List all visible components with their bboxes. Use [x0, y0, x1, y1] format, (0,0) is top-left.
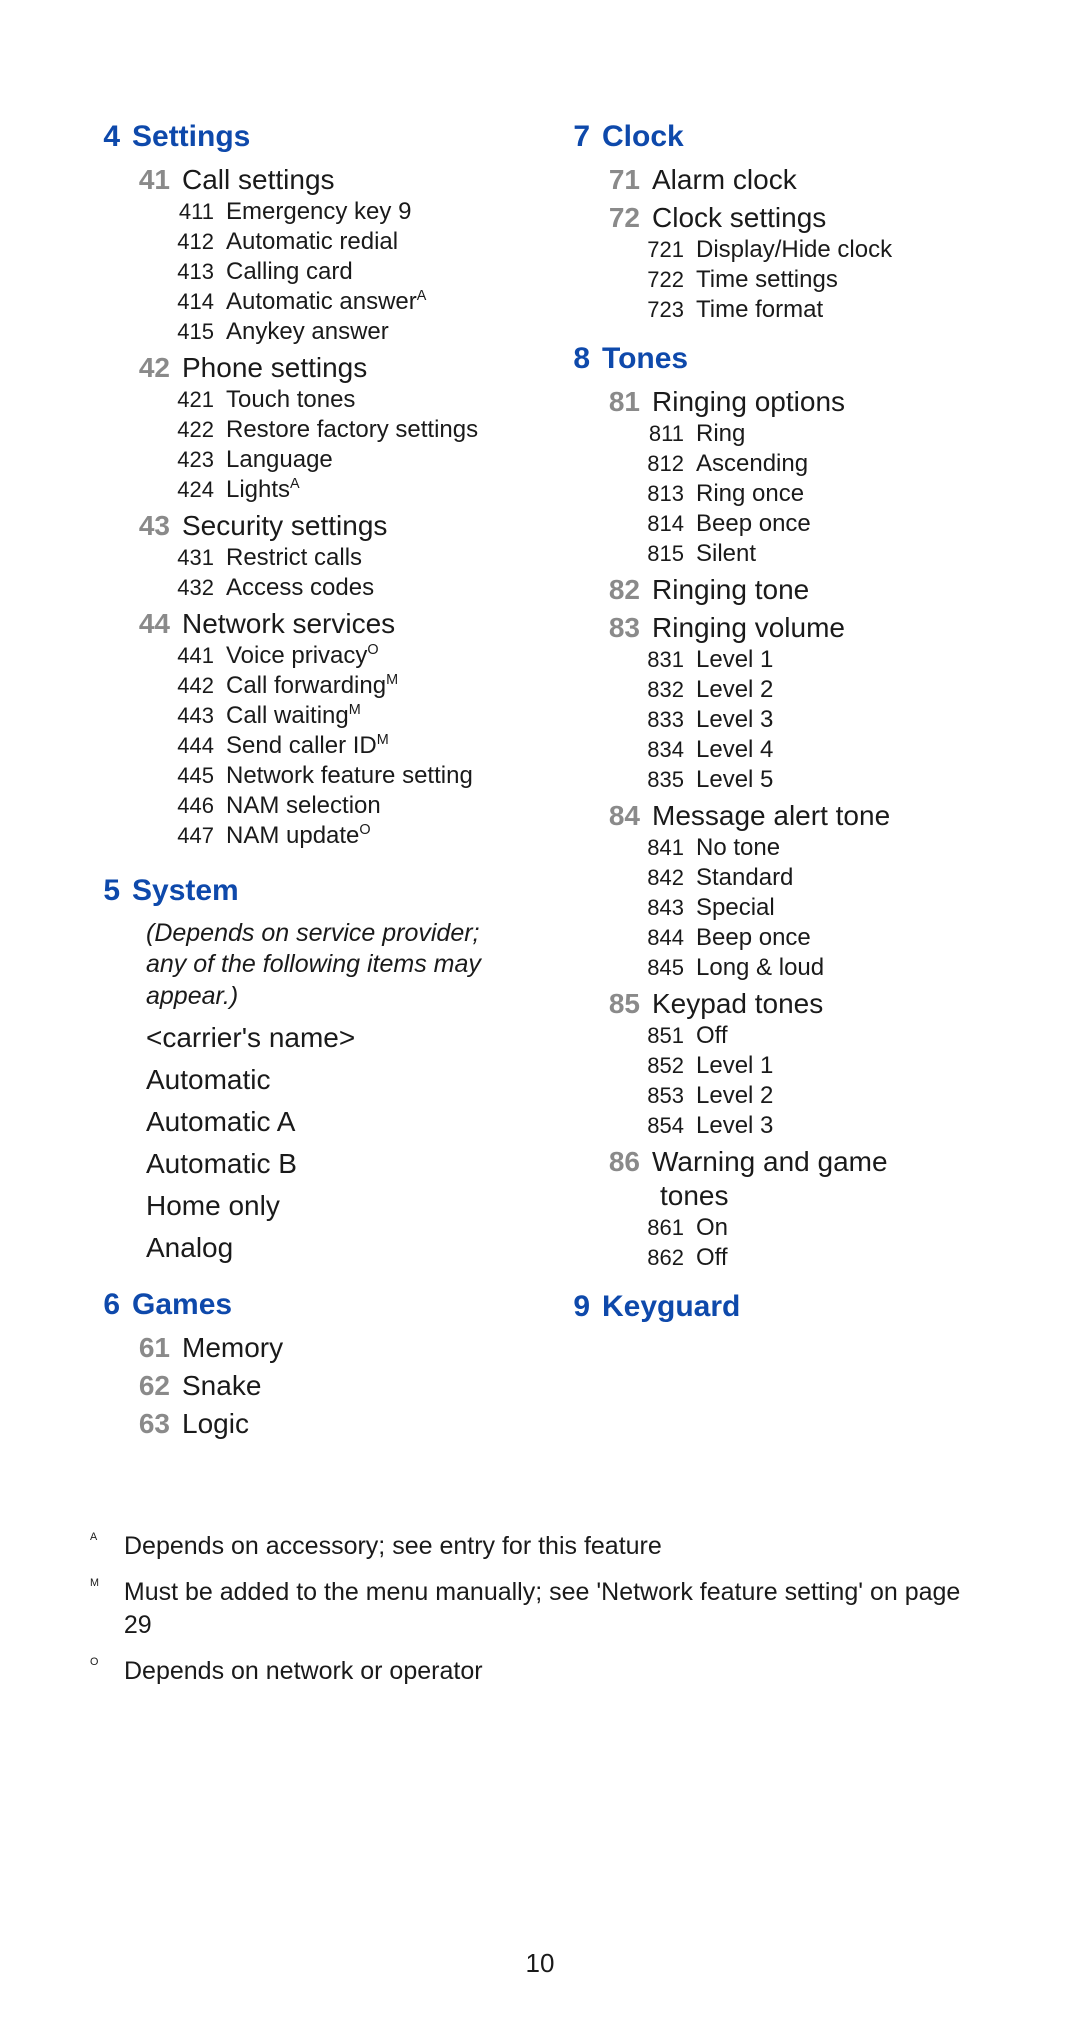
item-voice-privacy: 441Voice privacyO	[168, 642, 520, 670]
item-beep-once-msg: 844Beep once	[638, 924, 990, 952]
section-number: 4	[90, 120, 120, 154]
footnote-marker: M	[377, 732, 389, 748]
footnote-marker-o: O	[90, 1656, 98, 1668]
subsection-warning-game-tones-line2: tones	[660, 1180, 990, 1212]
system-option-automatic-a: Automatic A	[146, 1106, 520, 1138]
footnote-o: O Depends on network or operator	[90, 1655, 990, 1688]
item-standard: 842Standard	[638, 864, 990, 892]
subsection-clock-settings: 72Clock settings	[598, 202, 990, 234]
footnote-marker: A	[290, 476, 300, 492]
item-keypad-level-3: 854Level 3	[638, 1112, 990, 1140]
item-time-format: 723Time format	[638, 296, 990, 324]
item-keypad-level-1: 852Level 1	[638, 1052, 990, 1080]
item-call-waiting: 443Call waitingM	[168, 702, 520, 730]
system-option-home-only: Home only	[146, 1190, 520, 1222]
system-option-automatic: Automatic	[146, 1064, 520, 1096]
item-lights: 424LightsA	[168, 476, 520, 504]
item-ascending: 812Ascending	[638, 450, 990, 478]
page: 4 Settings 41 Call settings 411Emergency…	[0, 0, 1080, 2039]
right-column: 7 Clock 71Alarm clock 72Clock settings 7…	[560, 110, 990, 1440]
system-option-analog: Analog	[146, 1232, 520, 1264]
subsection-keypad-tones: 85Keypad tones	[598, 988, 990, 1020]
footnote-text: Depends on accessory; see entry for this…	[124, 1530, 662, 1563]
footnote-text: Depends on network or operator	[124, 1655, 483, 1688]
section-tones: 8 Tones	[560, 342, 990, 376]
item-level-5: 835Level 5	[638, 766, 990, 794]
item-no-tone: 841No tone	[638, 834, 990, 862]
footnote-marker: O	[367, 642, 378, 658]
page-number: 10	[526, 1948, 555, 1979]
section-title: Settings	[132, 120, 250, 154]
subsection-memory: 61Memory	[128, 1332, 520, 1364]
subsection-call-settings: 41 Call settings	[128, 164, 520, 196]
item-level-2: 832Level 2	[638, 676, 990, 704]
item-language: 423Language	[168, 446, 520, 474]
subsection-logic: 63Logic	[128, 1408, 520, 1440]
footnote-marker-m: M	[90, 1577, 99, 1589]
item-keypad-level-2: 853Level 2	[638, 1082, 990, 1110]
footnote-marker: O	[359, 822, 370, 838]
subsection-ringing-volume: 83Ringing volume	[598, 612, 990, 644]
footnote-m: M Must be added to the menu manually; se…	[90, 1576, 990, 1641]
item-warn-off: 862Off	[638, 1244, 990, 1272]
item-nam-selection: 446NAM selection	[168, 792, 520, 820]
subsection-alarm-clock: 71Alarm clock	[598, 164, 990, 196]
subsection-message-alert-tone: 84Message alert tone	[598, 800, 990, 832]
item-warn-on: 861On	[638, 1214, 990, 1242]
item-display-hide-clock: 721Display/Hide clock	[638, 236, 990, 264]
system-option-carrier: <carrier's name>	[146, 1022, 520, 1054]
subsection-security-settings: 43 Security settings	[128, 510, 520, 542]
subsection-warning-game-tones: 86Warning and game	[598, 1146, 990, 1178]
item-anykey-answer: 415Anykey answer	[168, 318, 520, 346]
footnote-text: Must be added to the menu manually; see …	[124, 1576, 990, 1641]
left-column: 4 Settings 41 Call settings 411Emergency…	[90, 110, 520, 1440]
item-access-codes: 432Access codes	[168, 574, 520, 602]
footnote-a: A Depends on accessory; see entry for th…	[90, 1530, 990, 1563]
item-automatic-answer: 414Automatic answerA	[168, 288, 520, 316]
item-special: 843Special	[638, 894, 990, 922]
subsection-phone-settings: 42 Phone settings	[128, 352, 520, 384]
item-long-and-loud: 845Long & loud	[638, 954, 990, 982]
item-level-3: 833Level 3	[638, 706, 990, 734]
item-emergency-key-9: 411Emergency key 9	[168, 198, 520, 226]
item-network-feature-setting: 445Network feature setting	[168, 762, 520, 790]
subsection-title: Call settings	[182, 164, 335, 196]
item-nam-update: 447NAM updateO	[168, 822, 520, 850]
item-ring-once: 813Ring once	[638, 480, 990, 508]
system-note: (Depends on service provider; any of the…	[146, 918, 520, 1012]
subsection-ringing-tone: 82Ringing tone	[598, 574, 990, 606]
section-settings: 4 Settings	[90, 120, 520, 154]
item-level-4: 834Level 4	[638, 736, 990, 764]
subsection-ringing-options: 81Ringing options	[598, 386, 990, 418]
footnote-marker: M	[386, 672, 398, 688]
section-games: 6 Games	[90, 1288, 520, 1322]
footnote-marker-a: A	[90, 1531, 97, 1543]
item-restore-factory: 422Restore factory settings	[168, 416, 520, 444]
section-clock: 7 Clock	[560, 120, 990, 154]
item-beep-once: 814Beep once	[638, 510, 990, 538]
footnotes: A Depends on accessory; see entry for th…	[90, 1530, 990, 1688]
section-keyguard: 9 Keyguard	[560, 1290, 990, 1324]
content-columns: 4 Settings 41 Call settings 411Emergency…	[90, 110, 990, 1440]
item-ring: 811Ring	[638, 420, 990, 448]
item-level-1: 831Level 1	[638, 646, 990, 674]
item-restrict-calls: 431Restrict calls	[168, 544, 520, 572]
item-keypad-off: 851Off	[638, 1022, 990, 1050]
system-option-automatic-b: Automatic B	[146, 1148, 520, 1180]
item-time-settings: 722Time settings	[638, 266, 990, 294]
subsection-network-services: 44 Network services	[128, 608, 520, 640]
footnote-marker: M	[349, 702, 361, 718]
section-system: 5 System	[90, 874, 520, 908]
footnote-marker: A	[417, 288, 427, 304]
item-send-caller-id: 444Send caller IDM	[168, 732, 520, 760]
subsection-number: 41	[128, 164, 170, 196]
item-calling-card: 413Calling card	[168, 258, 520, 286]
item-automatic-redial: 412Automatic redial	[168, 228, 520, 256]
item-silent: 815Silent	[638, 540, 990, 568]
item-touch-tones: 421Touch tones	[168, 386, 520, 414]
item-call-forwarding: 442Call forwardingM	[168, 672, 520, 700]
subsection-snake: 62Snake	[128, 1370, 520, 1402]
